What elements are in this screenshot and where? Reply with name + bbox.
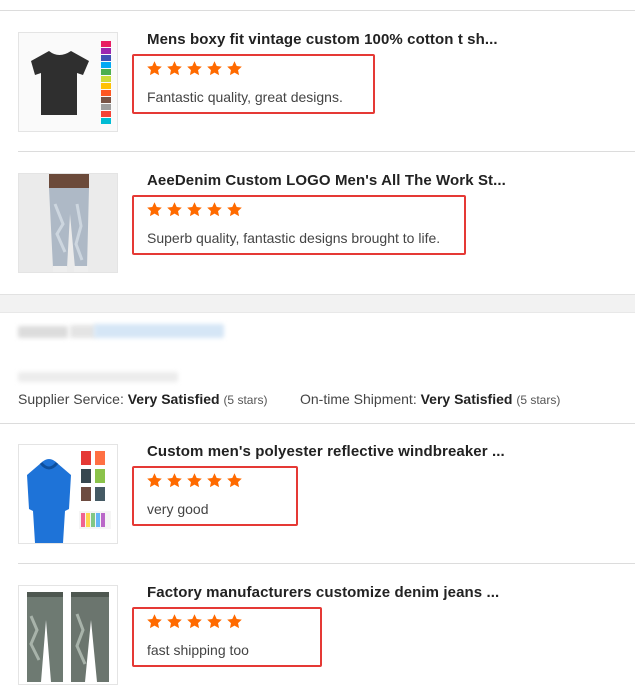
product-title[interactable]: Custom men's polyester reflective windbr…: [147, 443, 505, 460]
jeans-icon: [19, 174, 117, 272]
star-rating: [146, 201, 243, 221]
star-rating: [146, 472, 243, 492]
supplier-service-rating: Supplier Service: Very Satisfied (5 star…: [18, 391, 267, 407]
star-icon: [207, 473, 222, 488]
windbreaker-icon: [19, 445, 117, 543]
supplier-service-value: Very Satisfied: [127, 391, 220, 407]
blurred-buyer-name: [94, 324, 224, 338]
review-item: Custom men's polyester reflective windbr…: [0, 423, 635, 564]
ontime-shipment-stars: (5 stars): [516, 393, 561, 407]
section-separator: [0, 294, 635, 313]
star-icon: [227, 61, 242, 76]
product-title[interactable]: AeeDenim Custom LOGO Men's All The Work …: [147, 172, 506, 189]
product-thumbnail[interactable]: [18, 173, 118, 273]
ontime-shipment-value: Very Satisfied: [420, 391, 513, 407]
star-icon: [147, 202, 162, 217]
supplier-service-label: Supplier Service:: [18, 391, 124, 407]
star-icon: [147, 61, 162, 76]
star-icon: [207, 614, 222, 629]
star-icon: [167, 61, 182, 76]
star-icon: [227, 202, 242, 217]
star-icon: [187, 614, 202, 629]
star-icon: [187, 61, 202, 76]
star-icon: [167, 202, 182, 217]
star-icon: [207, 202, 222, 217]
ontime-shipment-rating: On-time Shipment: Very Satisfied (5 star…: [300, 391, 560, 407]
supplier-service-stars: (5 stars): [223, 393, 268, 407]
review-comment: Superb quality, fantastic designs brough…: [147, 230, 441, 246]
star-icon: [167, 614, 182, 629]
star-icon: [147, 614, 162, 629]
blurred-buyer-date: [18, 372, 178, 382]
product-thumbnail[interactable]: [18, 585, 118, 685]
product-title[interactable]: Mens boxy fit vintage custom 100% cotton…: [147, 31, 498, 48]
blurred-buyer-flag: [70, 325, 96, 338]
ontime-shipment-label: On-time Shipment:: [300, 391, 417, 407]
review-item: AeeDenim Custom LOGO Men's All The Work …: [0, 152, 635, 293]
review-comment: very good: [147, 501, 209, 517]
star-icon: [147, 473, 162, 488]
star-icon: [227, 614, 242, 629]
blurred-buyer-avatar: [18, 326, 68, 338]
star-rating: [146, 613, 243, 633]
star-rating: [146, 60, 243, 80]
product-thumbnail[interactable]: [18, 444, 118, 544]
review-item: Mens boxy fit vintage custom 100% cotton…: [0, 11, 635, 152]
star-icon: [187, 473, 202, 488]
tshirt-icon: [19, 33, 117, 131]
star-icon: [227, 473, 242, 488]
star-icon: [187, 202, 202, 217]
review-item: Factory manufacturers customize denim je…: [0, 564, 635, 695]
star-icon: [167, 473, 182, 488]
review-comment: fast shipping too: [147, 642, 249, 658]
product-thumbnail[interactable]: [18, 32, 118, 132]
star-icon: [207, 61, 222, 76]
product-title[interactable]: Factory manufacturers customize denim je…: [147, 584, 499, 601]
review-comment: Fantastic quality, great designs.: [147, 89, 343, 105]
denim-jeans-icon: [19, 586, 117, 684]
